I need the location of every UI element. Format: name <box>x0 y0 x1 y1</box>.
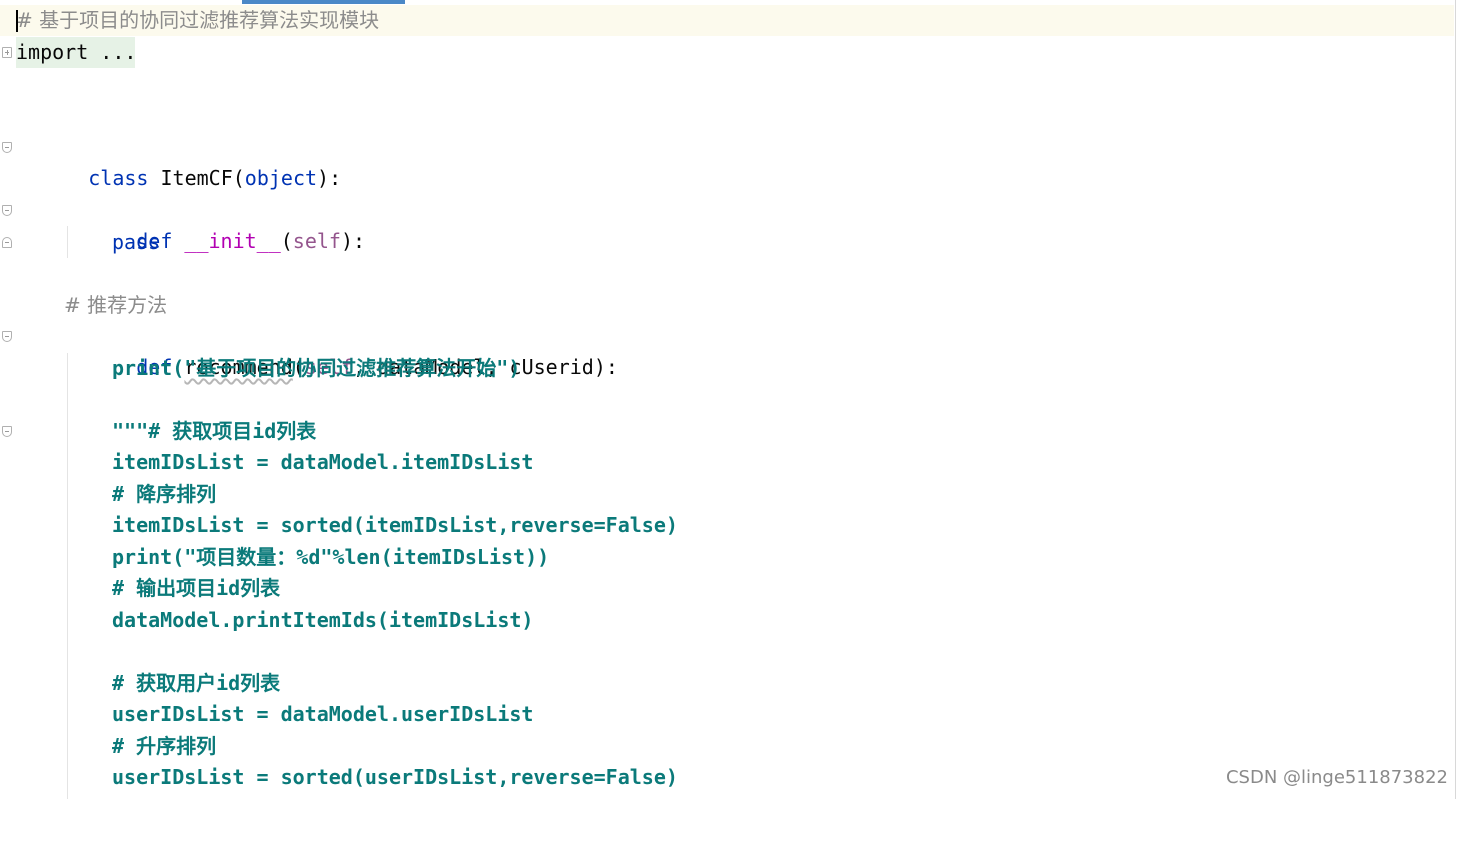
file-header-comment: # 基于项目的协同过滤推荐算法实现模块 <box>16 8 380 32</box>
item-ids-assign: itemIDsList = dataModel.itemIDsList <box>112 450 534 474</box>
user-ids-assign: userIDsList = dataModel.userIDsList <box>112 702 534 726</box>
code-line-pass[interactable]: pass <box>0 227 1454 258</box>
active-tab-indicator[interactable] <box>242 0 405 4</box>
code-line-print-count[interactable]: print("项目数量：%d"%len(itemIDsList)) <box>0 542 1454 573</box>
code-line-print-item-ids[interactable]: dataModel.printItemIds(itemIDsList) <box>0 605 1454 636</box>
get-users-comment: # 获取用户id列表 <box>112 671 281 695</box>
class-end: ): <box>317 166 342 190</box>
class-base: object <box>244 166 318 190</box>
code-line-class[interactable]: class ItemCF(object): <box>0 132 1454 190</box>
print-item-ids-statement: dataModel.printItemIds(itemIDsList) <box>112 608 534 632</box>
fold-collapse-icon[interactable] <box>2 331 12 342</box>
sort-items-statement: itemIDsList = sorted(itemIDsList,reverse… <box>112 513 678 537</box>
text-caret <box>16 10 18 32</box>
keyword-class: class <box>88 166 149 190</box>
output-items-comment: # 输出项目id列表 <box>112 576 281 600</box>
code-line-desc-comment[interactable]: # 降序排列 <box>0 479 1454 510</box>
code-line-import[interactable]: import ... <box>0 37 1454 68</box>
code-line-recommend-comment[interactable]: # 推荐方法 <box>0 290 1454 321</box>
import-fold-region[interactable]: import ... <box>16 37 136 68</box>
code-line-output-items-comment[interactable]: # 输出项目id列表 <box>0 573 1454 604</box>
code-line-def-recommend[interactable]: def recommend(self, dataModel, cUserid): <box>0 321 1454 379</box>
code-line-item-ids[interactable]: itemIDsList = dataModel.itemIDsList <box>0 447 1454 478</box>
recommend-comment: # 推荐方法 <box>64 293 168 317</box>
editor-right-border <box>1455 0 1456 799</box>
fold-collapse-icon[interactable] <box>2 237 12 248</box>
watermark: CSDN @linge511873822 <box>1225 767 1448 788</box>
asc-sort-comment: # 升序排列 <box>112 734 217 758</box>
fold-expand-icon[interactable] <box>2 47 12 58</box>
code-editor[interactable]: # 基于项目的协同过滤推荐算法实现模块 import ... class Ite… <box>0 5 1456 799</box>
class-name: ItemCF( <box>148 166 245 190</box>
desc-sort-comment: # 降序排列 <box>112 482 217 506</box>
print-start-statement: print("基于项目的协同过滤推荐算法开始") <box>112 356 521 380</box>
code-line-sort-items[interactable]: itemIDsList = sorted(itemIDsList,reverse… <box>0 510 1454 541</box>
fold-collapse-icon[interactable] <box>2 205 12 216</box>
sort-users-statement: userIDsList = sorted(userIDsList,reverse… <box>112 765 678 789</box>
code-line-doc-open[interactable]: """# 获取项目id列表 <box>0 416 1454 447</box>
code-line-get-users-comment[interactable]: # 获取用户id列表 <box>0 668 1454 699</box>
code-line-user-ids[interactable]: userIDsList = dataModel.userIDsList <box>0 699 1454 730</box>
fold-collapse-icon[interactable] <box>2 142 12 153</box>
code-line-def-init[interactable]: def __init__(self): <box>0 195 1454 253</box>
code-line-print-start[interactable]: print("基于项目的协同过滤推荐算法开始") <box>0 353 1454 384</box>
keyword-pass: pass <box>112 230 161 254</box>
print-count-statement: print("项目数量：%d"%len(itemIDsList)) <box>112 545 550 569</box>
code-line-asc-comment[interactable]: # 升序排列 <box>0 731 1454 762</box>
code-line-file-comment[interactable]: # 基于项目的协同过滤推荐算法实现模块 <box>0 5 1454 36</box>
fold-collapse-icon[interactable] <box>2 426 12 437</box>
docstring-open: """# 获取项目id列表 <box>112 419 317 443</box>
